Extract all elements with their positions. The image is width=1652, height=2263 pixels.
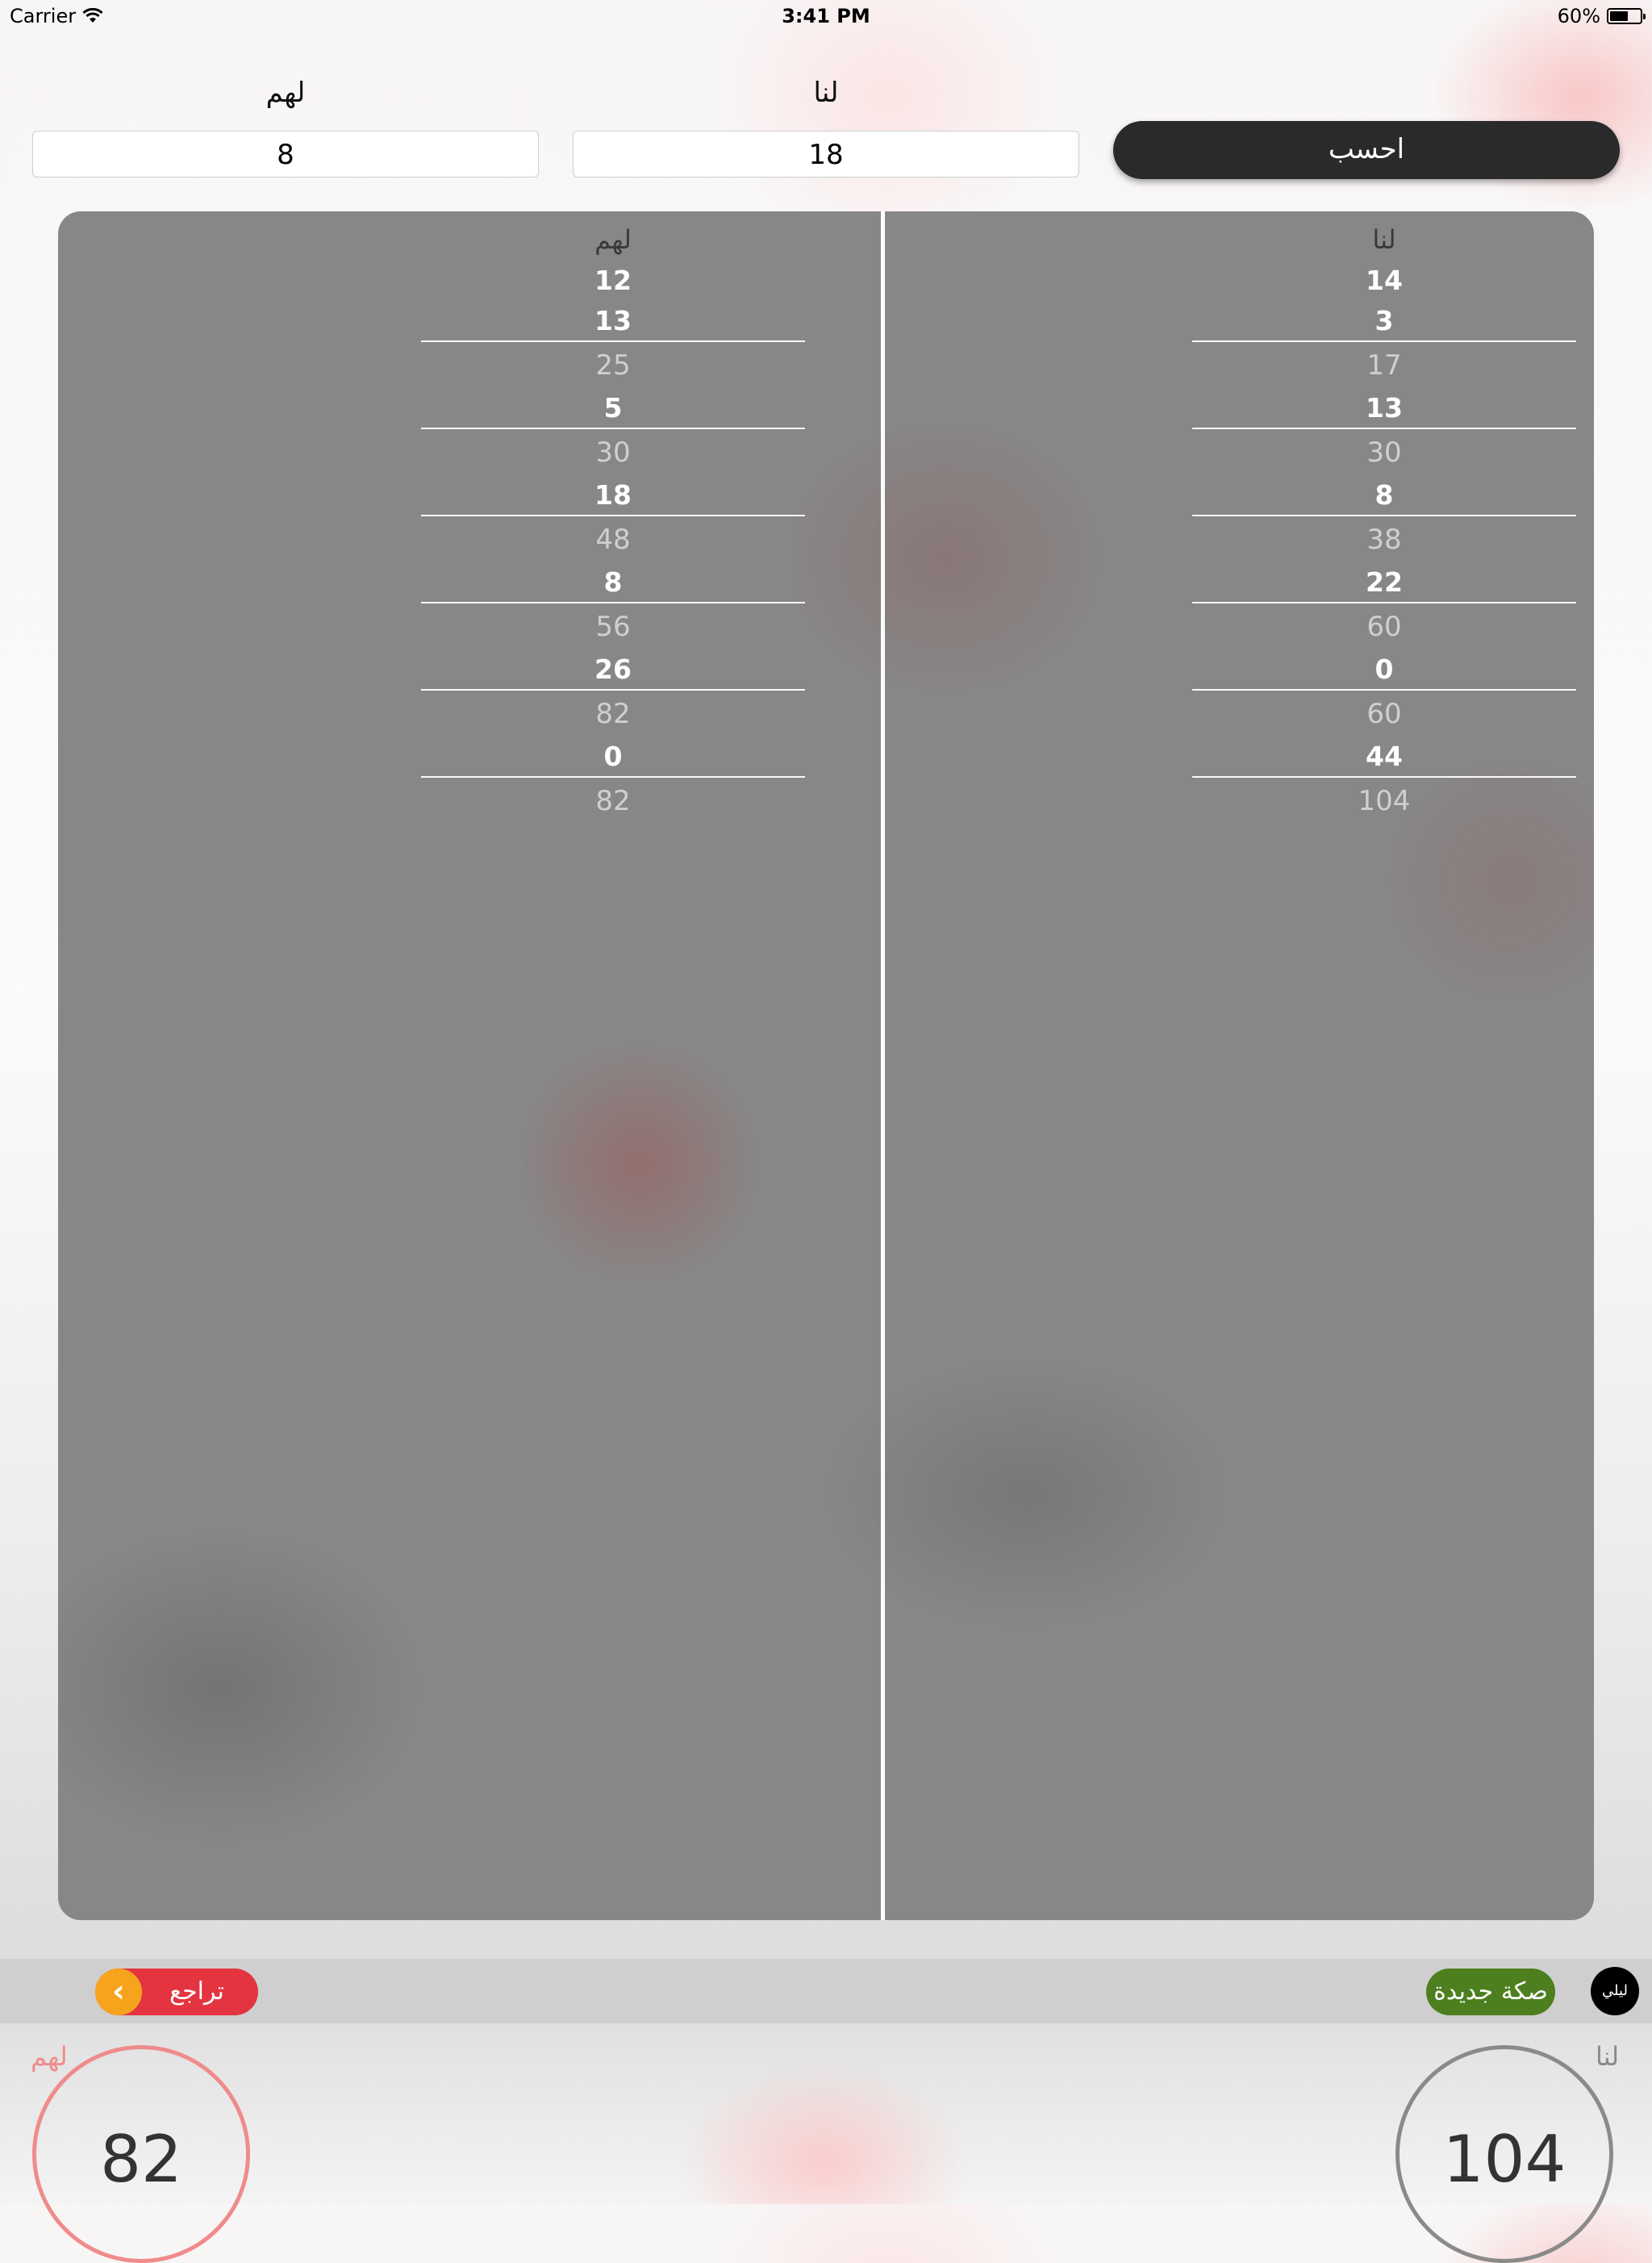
us-running-total: 104 <box>1358 785 1411 817</box>
us-round-entry: 22 <box>1192 562 1576 603</box>
us-running-total: 30 <box>1366 436 1402 469</box>
undo-label: تراجع <box>169 1977 224 2006</box>
status-bar: Carrier 3:41 PM 60% <box>0 0 1652 32</box>
them-total-label: لهم <box>31 2041 68 2072</box>
them-total-ring: 82 <box>32 2045 250 2263</box>
us-round-entry: 0 <box>1192 649 1576 691</box>
us-round-entry: 8 <box>1192 474 1576 516</box>
them-score-input[interactable]: 8 <box>32 131 539 177</box>
scoresheet-panel: لهم 12 13 25 5 30 18 48 8 56 26 82 0 82 لنا 14 3 17 13 3… <box>58 211 1594 1920</box>
us-round-entry: 3 <box>1192 300 1576 342</box>
battery-icon <box>1607 8 1646 24</box>
them-round-entry: 12 <box>594 265 632 296</box>
battery-percent: 60% <box>1557 5 1600 27</box>
chevron-left-icon: ‹ <box>95 1969 142 2015</box>
us-running-total: 38 <box>1366 524 1402 556</box>
them-running-total: 48 <box>595 524 631 556</box>
us-input-label: لنا <box>813 77 839 109</box>
them-running-total: 30 <box>595 436 631 469</box>
calculate-button[interactable]: احسب <box>1113 121 1620 179</box>
us-running-total: 17 <box>1366 349 1402 382</box>
them-round-entry: 5 <box>421 387 805 429</box>
them-running-total: 82 <box>595 785 631 817</box>
them-running-total: 82 <box>595 698 631 730</box>
action-toolbar: ‹ تراجع صكة جديدة ليلي <box>0 1959 1652 2023</box>
them-running-total: 25 <box>595 349 631 382</box>
status-time: 3:41 PM <box>782 5 870 27</box>
battery-indicator: 60% <box>1557 5 1646 27</box>
us-total-label: لنا <box>1596 2041 1620 2072</box>
column-divider <box>881 211 885 1920</box>
us-round-entry: 14 <box>1366 265 1403 296</box>
us-total-value: 104 <box>1442 2122 1566 2197</box>
them-round-entry: 8 <box>421 562 805 603</box>
us-running-total: 60 <box>1366 611 1402 643</box>
us-total-ring: 104 <box>1395 2045 1613 2263</box>
them-round-entry: 18 <box>421 474 805 516</box>
them-round-entry: 26 <box>421 649 805 691</box>
night-mode-button[interactable]: ليلي <box>1591 1967 1639 2015</box>
them-input-label: لهم <box>265 77 306 109</box>
us-running-total: 60 <box>1366 698 1402 730</box>
us-score-input[interactable]: 18 <box>573 131 1079 177</box>
new-game-button[interactable]: صكة جديدة <box>1426 1969 1555 2015</box>
them-column-header: لهم <box>594 224 632 255</box>
us-round-entry: 44 <box>1192 736 1576 778</box>
them-round-entry: 0 <box>421 736 805 778</box>
them-running-total: 56 <box>595 611 631 643</box>
us-round-entry: 13 <box>1192 387 1576 429</box>
them-total-value: 82 <box>100 2122 182 2197</box>
us-score-list: لنا 14 3 17 13 30 8 38 22 60 0 60 44 104 <box>1192 211 1576 823</box>
us-column-header: لنا <box>1372 224 1396 255</box>
them-score-list: لهم 12 13 25 5 30 18 48 8 56 26 82 0 82 <box>421 211 805 823</box>
undo-button[interactable]: ‹ تراجع <box>95 1969 258 2015</box>
battery-fill <box>1610 11 1628 21</box>
them-round-entry: 13 <box>421 300 805 342</box>
